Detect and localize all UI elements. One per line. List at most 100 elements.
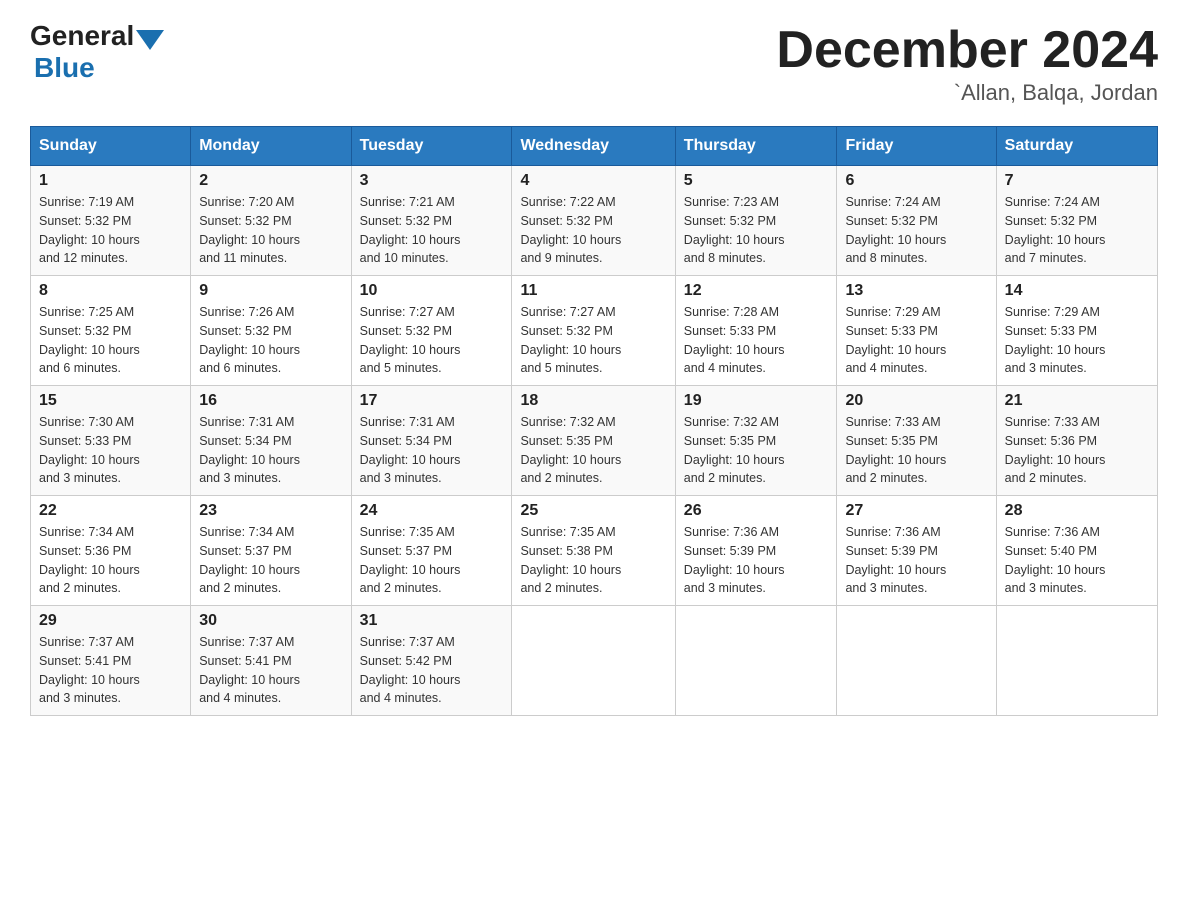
calendar-cell: 3 Sunrise: 7:21 AMSunset: 5:32 PMDaylight… [351, 166, 512, 276]
calendar-table: SundayMondayTuesdayWednesdayThursdayFrid… [30, 126, 1158, 716]
day-info: Sunrise: 7:25 AMSunset: 5:32 PMDaylight:… [39, 303, 182, 378]
day-number: 24 [360, 502, 504, 520]
day-info: Sunrise: 7:37 AMSunset: 5:41 PMDaylight:… [199, 633, 342, 708]
day-info: Sunrise: 7:23 AMSunset: 5:32 PMDaylight:… [684, 193, 829, 268]
calendar-cell: 24 Sunrise: 7:35 AMSunset: 5:37 PMDayligh… [351, 496, 512, 606]
day-number: 21 [1005, 392, 1149, 410]
calendar-cell: 15 Sunrise: 7:30 AMSunset: 5:33 PMDayligh… [31, 386, 191, 496]
day-info: Sunrise: 7:26 AMSunset: 5:32 PMDaylight:… [199, 303, 342, 378]
calendar-cell: 18 Sunrise: 7:32 AMSunset: 5:35 PMDayligh… [512, 386, 675, 496]
day-number: 11 [520, 282, 666, 300]
calendar-cell: 13 Sunrise: 7:29 AMSunset: 5:33 PMDayligh… [837, 276, 996, 386]
day-header-tuesday: Tuesday [351, 127, 512, 166]
week-row-1: 1 Sunrise: 7:19 AMSunset: 5:32 PMDaylight… [31, 166, 1158, 276]
logo: General Blue [30, 20, 166, 84]
calendar-cell: 4Sunrise: 7:22 AMSunset: 5:32 PMDaylight… [512, 166, 675, 276]
day-number: 2 [199, 172, 342, 190]
day-number: 17 [360, 392, 504, 410]
week-row-5: 29 Sunrise: 7:37 AMSunset: 5:41 PMDayligh… [31, 606, 1158, 716]
day-number: 5 [684, 172, 829, 190]
day-number: 22 [39, 502, 182, 520]
day-number: 18 [520, 392, 666, 410]
calendar-cell: 10Sunrise: 7:27 AMSunset: 5:32 PMDayligh… [351, 276, 512, 386]
calendar-cell [512, 606, 675, 716]
day-info: Sunrise: 7:24 AMSunset: 5:32 PMDaylight:… [1005, 193, 1149, 268]
day-number: 3 [360, 172, 504, 190]
day-number: 31 [360, 612, 504, 630]
calendar-cell: 29Sunrise: 7:37 AMSunset: 5:41 PMDayligh… [31, 606, 191, 716]
day-info: Sunrise: 7:29 AMSunset: 5:33 PMDaylight:… [845, 303, 987, 378]
calendar-cell: 25 Sunrise: 7:35 AMSunset: 5:38 PMDayligh… [512, 496, 675, 606]
calendar-cell: 1 Sunrise: 7:19 AMSunset: 5:32 PMDaylight… [31, 166, 191, 276]
day-number: 7 [1005, 172, 1149, 190]
month-title: December 2024 [776, 20, 1158, 80]
calendar-cell: 5 Sunrise: 7:23 AMSunset: 5:32 PMDaylight… [675, 166, 837, 276]
day-header-friday: Friday [837, 127, 996, 166]
day-info: Sunrise: 7:21 AMSunset: 5:32 PMDaylight:… [360, 193, 504, 268]
calendar-cell: 23 Sunrise: 7:34 AMSunset: 5:37 PMDayligh… [191, 496, 351, 606]
day-number: 8 [39, 282, 182, 300]
day-info: Sunrise: 7:24 AMSunset: 5:32 PMDaylight:… [845, 193, 987, 268]
day-number: 27 [845, 502, 987, 520]
day-number: 15 [39, 392, 182, 410]
day-number: 10 [360, 282, 504, 300]
calendar-cell [837, 606, 996, 716]
calendar-cell: 28Sunrise: 7:36 AMSunset: 5:40 PMDayligh… [996, 496, 1157, 606]
day-info: Sunrise: 7:36 AMSunset: 5:39 PMDaylight:… [684, 523, 829, 598]
logo-general: General [30, 20, 134, 52]
day-number: 20 [845, 392, 987, 410]
week-row-2: 8 Sunrise: 7:25 AMSunset: 5:32 PMDaylight… [31, 276, 1158, 386]
day-number: 30 [199, 612, 342, 630]
days-header-row: SundayMondayTuesdayWednesdayThursdayFrid… [31, 127, 1158, 166]
page-header: General Blue December 2024 `Allan, Balqa… [30, 20, 1158, 106]
day-number: 4 [520, 172, 666, 190]
day-info: Sunrise: 7:28 AMSunset: 5:33 PMDaylight:… [684, 303, 829, 378]
day-header-wednesday: Wednesday [512, 127, 675, 166]
day-info: Sunrise: 7:29 AMSunset: 5:33 PMDaylight:… [1005, 303, 1149, 378]
calendar-cell: 11 Sunrise: 7:27 AMSunset: 5:32 PMDayligh… [512, 276, 675, 386]
calendar-cell: 2Sunrise: 7:20 AMSunset: 5:32 PMDaylight… [191, 166, 351, 276]
day-number: 14 [1005, 282, 1149, 300]
week-row-3: 15 Sunrise: 7:30 AMSunset: 5:33 PMDayligh… [31, 386, 1158, 496]
title-block: December 2024 `Allan, Balqa, Jordan [776, 20, 1158, 106]
day-info: Sunrise: 7:27 AMSunset: 5:32 PMDaylight:… [520, 303, 666, 378]
day-number: 12 [684, 282, 829, 300]
logo-triangle-icon [136, 30, 164, 50]
day-info: Sunrise: 7:35 AMSunset: 5:38 PMDaylight:… [520, 523, 666, 598]
day-info: Sunrise: 7:32 AMSunset: 5:35 PMDaylight:… [684, 413, 829, 488]
day-info: Sunrise: 7:30 AMSunset: 5:33 PMDaylight:… [39, 413, 182, 488]
calendar-cell: 19 Sunrise: 7:32 AMSunset: 5:35 PMDayligh… [675, 386, 837, 496]
calendar-cell: 27 Sunrise: 7:36 AMSunset: 5:39 PMDayligh… [837, 496, 996, 606]
day-info: Sunrise: 7:31 AMSunset: 5:34 PMDaylight:… [360, 413, 504, 488]
day-info: Sunrise: 7:36 AMSunset: 5:39 PMDaylight:… [845, 523, 987, 598]
day-info: Sunrise: 7:32 AMSunset: 5:35 PMDaylight:… [520, 413, 666, 488]
calendar-cell: 30 Sunrise: 7:37 AMSunset: 5:41 PMDayligh… [191, 606, 351, 716]
day-info: Sunrise: 7:35 AMSunset: 5:37 PMDaylight:… [360, 523, 504, 598]
calendar-cell: 7 Sunrise: 7:24 AMSunset: 5:32 PMDaylight… [996, 166, 1157, 276]
day-header-thursday: Thursday [675, 127, 837, 166]
location: `Allan, Balqa, Jordan [776, 80, 1158, 106]
day-info: Sunrise: 7:34 AMSunset: 5:37 PMDaylight:… [199, 523, 342, 598]
day-info: Sunrise: 7:33 AMSunset: 5:35 PMDaylight:… [845, 413, 987, 488]
day-number: 16 [199, 392, 342, 410]
calendar-cell [675, 606, 837, 716]
day-info: Sunrise: 7:33 AMSunset: 5:36 PMDaylight:… [1005, 413, 1149, 488]
day-number: 25 [520, 502, 666, 520]
logo-text: General [30, 20, 166, 52]
day-number: 29 [39, 612, 182, 630]
calendar-cell: 21 Sunrise: 7:33 AMSunset: 5:36 PMDayligh… [996, 386, 1157, 496]
day-number: 13 [845, 282, 987, 300]
calendar-cell [996, 606, 1157, 716]
calendar-cell: 26Sunrise: 7:36 AMSunset: 5:39 PMDayligh… [675, 496, 837, 606]
calendar-cell: 31 Sunrise: 7:37 AMSunset: 5:42 PMDayligh… [351, 606, 512, 716]
day-header-monday: Monday [191, 127, 351, 166]
calendar-cell: 14 Sunrise: 7:29 AMSunset: 5:33 PMDayligh… [996, 276, 1157, 386]
day-number: 19 [684, 392, 829, 410]
day-info: Sunrise: 7:37 AMSunset: 5:42 PMDaylight:… [360, 633, 504, 708]
day-number: 28 [1005, 502, 1149, 520]
day-number: 1 [39, 172, 182, 190]
day-number: 23 [199, 502, 342, 520]
day-info: Sunrise: 7:19 AMSunset: 5:32 PMDaylight:… [39, 193, 182, 268]
calendar-cell: 22Sunrise: 7:34 AMSunset: 5:36 PMDayligh… [31, 496, 191, 606]
calendar-cell: 6Sunrise: 7:24 AMSunset: 5:32 PMDaylight… [837, 166, 996, 276]
